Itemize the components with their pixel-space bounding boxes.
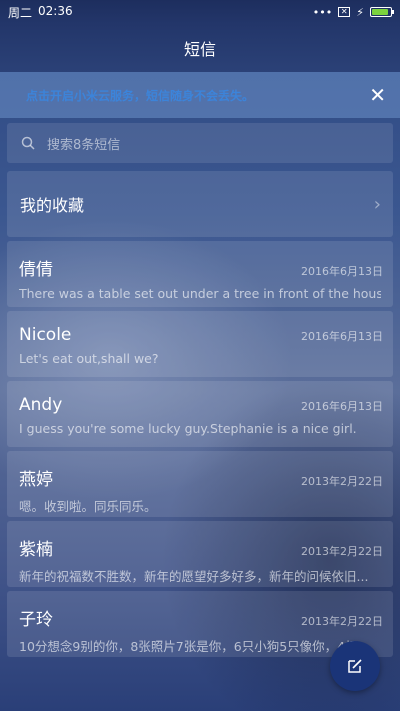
conversation-row[interactable]: 燕婷 2013年2月22日 嗯。收到啦。同乐同乐。 xyxy=(7,451,393,517)
favorites-label: 我的收藏 xyxy=(20,196,85,215)
search-icon xyxy=(21,136,35,150)
conversation-row[interactable]: Nicole 2016年6月13日 Let's eat out,shall we… xyxy=(7,311,393,377)
search-bar[interactable]: 搜索8条短信 xyxy=(7,123,393,163)
status-time: 02:36 xyxy=(38,3,73,18)
search-input[interactable]: 搜索8条短信 xyxy=(47,134,120,153)
contact-name: 燕婷 xyxy=(19,470,53,490)
status-right: ••• ✕ ⚡ xyxy=(312,5,394,19)
close-icon[interactable]: ✕ xyxy=(369,85,386,105)
message-preview: I guess you're some lucky guy.Stephanie … xyxy=(19,421,357,436)
message-date: 2016年6月13日 xyxy=(301,400,383,413)
cloud-notice-banner[interactable]: 点击开启小米云服务，短信随身不会丢失。 ✕ xyxy=(0,72,400,118)
message-preview: 嗯。收到啦。同乐同乐。 xyxy=(19,499,157,514)
message-preview: 新年的祝福数不胜数，新年的愿望好多好多，新年的问候依旧... xyxy=(19,569,369,584)
battery-icon xyxy=(370,7,394,17)
message-preview: There was a table set out under a tree i… xyxy=(19,286,381,301)
conversation-row[interactable]: 倩倩 2016年6月13日 There was a table set out … xyxy=(7,241,393,307)
message-date: 2013年2月22日 xyxy=(301,545,383,558)
conversation-row[interactable]: 紫楠 2013年2月22日 新年的祝福数不胜数，新年的愿望好多好多，新年的问候依… xyxy=(7,521,393,587)
message-preview: Let's eat out,shall we? xyxy=(19,351,159,366)
notice-text[interactable]: 点击开启小米云服务，短信随身不会丢失。 xyxy=(26,87,254,104)
contact-name: Andy xyxy=(19,395,63,415)
compose-icon xyxy=(348,659,362,673)
new-message-button[interactable] xyxy=(330,641,380,691)
message-date: 2013年2月22日 xyxy=(301,475,383,488)
conversation-row[interactable]: 子玲 2013年2月22日 10分想念9别的你，8张照片7张是你，6只小狗5只像… xyxy=(7,591,393,657)
page-title: 短信 xyxy=(183,40,216,59)
status-bar: 周二 02:36 ••• ✕ ⚡ xyxy=(0,0,400,24)
favorites-row[interactable]: 我的收藏 › xyxy=(7,171,393,237)
contact-name: 倩倩 xyxy=(19,260,53,280)
signal-dots-icon: ••• xyxy=(312,5,333,19)
contact-name: 子玲 xyxy=(19,610,53,630)
conversation-row[interactable]: Andy 2016年6月13日 I guess you're some luck… xyxy=(7,381,393,447)
message-date: 2016年6月13日 xyxy=(301,330,383,343)
contact-name: Nicole xyxy=(19,325,72,345)
app-header: 短信 xyxy=(0,24,400,72)
message-preview: 10分想念9别的你，8张照片7张是你，6只小狗5只像你，4根... xyxy=(19,639,370,654)
message-date: 2016年6月13日 xyxy=(301,265,383,278)
contact-name: 紫楠 xyxy=(19,540,53,560)
charging-icon: ⚡ xyxy=(356,5,364,19)
no-sim-icon: ✕ xyxy=(338,7,351,17)
message-date: 2013年2月22日 xyxy=(301,615,383,628)
chevron-right-icon: › xyxy=(373,193,381,215)
status-day: 周二 xyxy=(8,5,33,20)
status-left: 周二 02:36 xyxy=(8,4,73,21)
